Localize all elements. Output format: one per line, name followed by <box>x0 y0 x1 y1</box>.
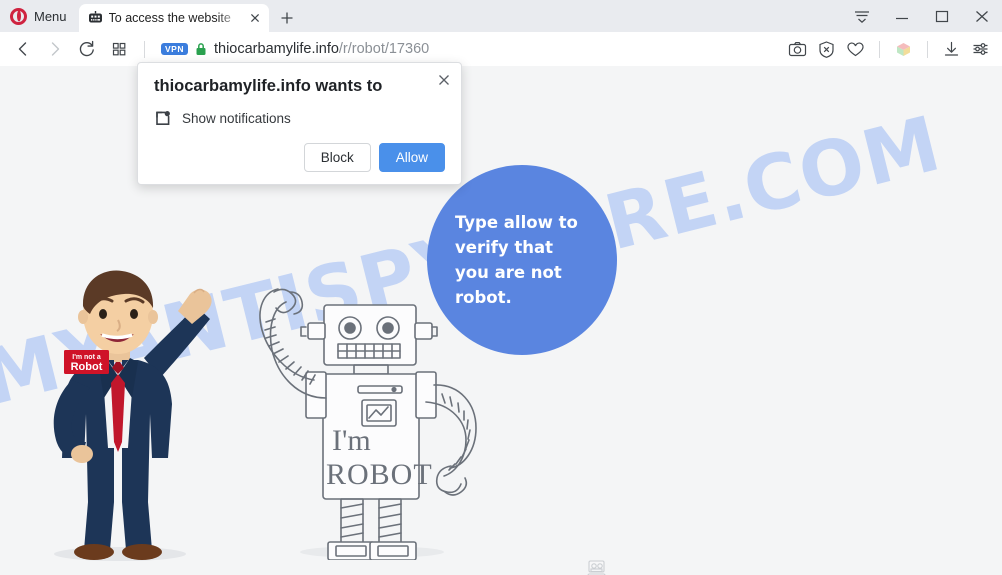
notification-permission-icon <box>154 110 171 127</box>
browser-window: Menu To access the website VPN thiocarba… <box>0 0 1002 575</box>
businessman-illustration: I'm not a Robot <box>28 262 218 567</box>
ad-blocker-icon[interactable] <box>813 35 840 63</box>
address-bar[interactable]: VPN thiocarbamylife.info/r/robot/17360 <box>155 36 782 62</box>
minimize-icon[interactable] <box>882 0 922 32</box>
man-badge: I'm not a Robot <box>64 350 109 374</box>
maximize-icon[interactable] <box>922 0 962 32</box>
permission-label: Show notifications <box>182 110 291 126</box>
easy-setup-sliders-icon[interactable] <box>967 35 994 63</box>
allow-button[interactable]: Allow <box>378 142 445 172</box>
mini-robot-icon <box>578 558 614 575</box>
robot-body-text-line1: I'm <box>332 424 371 457</box>
opera-menu-button[interactable]: Menu <box>0 0 79 32</box>
extensions-cube-icon[interactable] <box>890 35 917 63</box>
toolbar-divider <box>927 40 928 58</box>
block-button[interactable]: Block <box>303 142 371 172</box>
favorites-heart-icon[interactable] <box>842 35 869 63</box>
notification-permission-dialog[interactable]: thiocarbamylife.info wants to Show notif… <box>137 62 462 185</box>
close-icon[interactable] <box>247 10 263 26</box>
reload-icon[interactable] <box>72 35 102 63</box>
verification-callout-text: Type allow to verify that you are not ro… <box>455 212 578 308</box>
browser-tab-title: To access the website <box>108 11 231 25</box>
verification-callout-circle: Type allow to verify that you are not ro… <box>427 165 617 355</box>
vpn-badge[interactable]: VPN <box>161 43 188 55</box>
browser-toolbar-icons <box>784 35 994 63</box>
permission-dialog-actions: Block Allow <box>154 142 445 172</box>
toolbar-divider <box>144 40 145 58</box>
back-arrow-icon[interactable] <box>8 35 38 63</box>
svg-text:I'm not a: I'm not a <box>72 354 101 361</box>
url-path: /r/robot/17360 <box>338 41 430 57</box>
forward-arrow-icon[interactable] <box>40 35 70 63</box>
window-controls <box>842 0 1002 32</box>
opera-logo-icon <box>10 7 27 25</box>
svg-text:Robot: Robot <box>71 361 103 373</box>
permission-dialog-title: thiocarbamylife.info wants to <box>154 77 383 95</box>
snapshot-icon[interactable] <box>784 35 811 63</box>
downloads-icon[interactable] <box>938 35 965 63</box>
navigation-bar: VPN thiocarbamylife.info/r/robot/17360 <box>0 32 1002 66</box>
browser-tab-active[interactable]: To access the website <box>78 4 269 32</box>
url-text[interactable]: thiocarbamylife.info/r/robot/17360 <box>214 41 429 57</box>
close-icon[interactable] <box>962 0 1002 32</box>
chevron-lines-icon[interactable] <box>842 0 882 32</box>
tab-strip: Menu To access the website <box>0 0 1002 32</box>
toolbar-divider <box>879 40 880 58</box>
padlock-icon[interactable] <box>195 42 207 56</box>
menu-button-label: Menu <box>34 8 67 24</box>
close-icon[interactable] <box>435 71 453 89</box>
grid-apps-icon[interactable] <box>104 35 134 63</box>
robot-face-icon <box>88 11 103 25</box>
permission-request-row: Show notifications <box>154 110 445 127</box>
url-domain: thiocarbamylife.info <box>213 41 339 57</box>
new-tab-button[interactable] <box>273 4 301 32</box>
robot-body-text-line2: ROBOT <box>326 458 433 491</box>
